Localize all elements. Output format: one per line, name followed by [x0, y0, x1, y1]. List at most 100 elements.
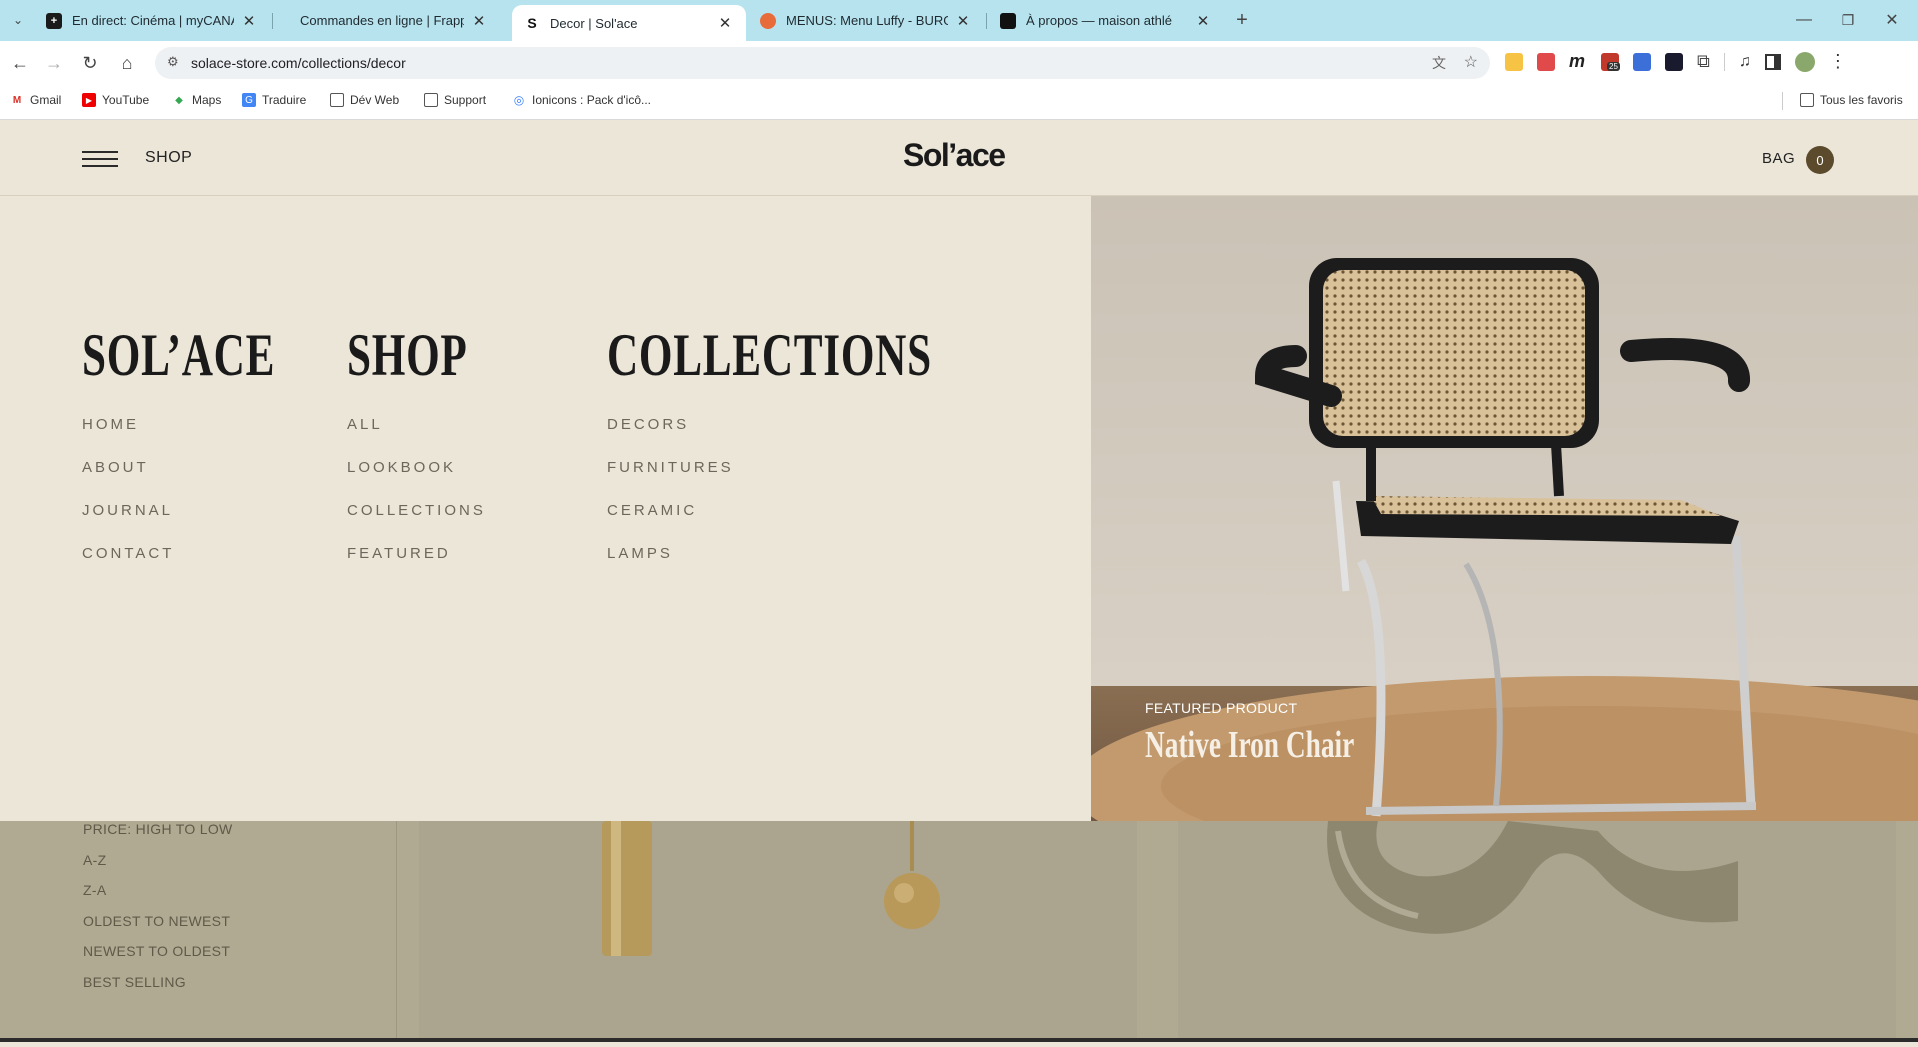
home-icon[interactable]: ⌂	[115, 51, 139, 75]
all-bookmarks[interactable]: Tous les favoris	[1800, 93, 1903, 107]
bookmark-label: Traduire	[262, 93, 307, 107]
extension-icon[interactable]: 25	[1601, 52, 1620, 71]
sort-option[interactable]: Z-A	[83, 882, 106, 898]
media-control-icon[interactable]: ♫	[1739, 53, 1751, 71]
sort-option[interactable]: OLDEST TO NEWEST	[83, 913, 230, 929]
mycanal-favicon-icon: +	[46, 12, 62, 29]
close-window-icon[interactable]: ✕	[1880, 8, 1904, 32]
side-panel-icon[interactable]	[1764, 53, 1781, 70]
site-info-icon[interactable]: ⚙	[167, 54, 179, 70]
featured-label: FEATURED PRODUCT	[1145, 700, 1298, 716]
address-bar[interactable]: ⚙ solace-store.com/collections/decor 文 ☆	[155, 47, 1490, 79]
bookmark-maps[interactable]: ◆ Maps	[172, 93, 221, 107]
menu-link-journal[interactable]: JOURNAL	[82, 502, 173, 519]
back-icon[interactable]: ←	[8, 51, 32, 75]
menu-link-featured[interactable]: FEATURED	[347, 545, 451, 562]
bookmark-label: Dév Web	[350, 93, 400, 107]
bookmark-label: Tous les favoris	[1820, 93, 1903, 107]
menu-link-contact[interactable]: CONTACT	[82, 545, 174, 562]
restore-icon[interactable]: ❐	[1836, 8, 1860, 32]
browser-tab[interactable]: MENUS: Menu Luffy - BURGER ✕	[748, 0, 984, 41]
extension-badge: 25	[1607, 61, 1620, 71]
forward-icon[interactable]: →	[42, 51, 66, 75]
youtube-icon: ▶	[82, 93, 96, 107]
browser-tab[interactable]: Commandes en ligne | Frappe E ✕	[288, 0, 500, 41]
folder-icon	[1800, 93, 1814, 107]
close-tab-icon[interactable]: ✕	[954, 12, 972, 30]
extension-icon[interactable]	[1505, 52, 1523, 71]
folder-icon	[330, 93, 344, 107]
menu-heading: SHOP	[347, 322, 468, 388]
menu-link-furnitures[interactable]: FURNITURES	[607, 459, 734, 476]
extension-icon[interactable]: m	[1569, 51, 1587, 72]
bookmarks-bar: M Gmail ▶ YouTube ◆ Maps G Traduire Dév Web …	[0, 84, 1918, 120]
tab-title: À propos — maison athlé	[1026, 13, 1172, 28]
bookmark-label: Support	[444, 93, 487, 107]
menu-link-all[interactable]: ALL	[347, 416, 383, 433]
minimize-icon[interactable]: —	[1792, 8, 1816, 32]
close-tab-icon[interactable]: ✕	[470, 12, 488, 30]
sort-option[interactable]: BEST SELLING	[83, 974, 186, 990]
url-text: solace-store.com/collections/decor	[191, 55, 406, 71]
gmail-icon: M	[12, 94, 22, 106]
sort-option[interactable]: A-Z	[83, 852, 106, 868]
bookmark-gmail[interactable]: M Gmail	[10, 93, 62, 107]
extension-icon[interactable]	[1537, 52, 1555, 71]
athle-favicon-icon	[1000, 12, 1016, 29]
menu-link-lamps[interactable]: LAMPS	[607, 545, 673, 562]
sort-option[interactable]: PRICE: HIGH TO LOW	[83, 821, 233, 837]
close-tab-icon[interactable]: ✕	[716, 14, 734, 32]
new-tab-icon[interactable]: +	[1230, 8, 1254, 32]
product-card[interactable]	[419, 821, 1137, 1042]
extensions-bar: m 25 ⧉ ♫ ⋮	[1505, 51, 1847, 72]
bookmark-label: Maps	[192, 93, 222, 107]
reload-icon[interactable]: ↻	[78, 51, 102, 75]
bag-count-badge[interactable]: 0	[1806, 146, 1834, 174]
close-tab-icon[interactable]: ✕	[240, 12, 258, 30]
menu-link-about[interactable]: ABOUT	[82, 459, 149, 476]
browser-tab[interactable]: + En direct: Cinéma | myCANAL ✕	[34, 0, 270, 41]
site-header: SHOP Sol’ace BAG 0	[0, 121, 1918, 196]
menu-heading: SOL’ACE	[82, 322, 276, 388]
puzzle-icon[interactable]: ⧉	[1697, 51, 1710, 72]
bookmark-youtube[interactable]: ▶ YouTube	[82, 93, 149, 107]
menu-link-collections[interactable]: COLLECTIONS	[347, 502, 486, 519]
sort-option[interactable]: NEWEST TO OLDEST	[83, 943, 230, 959]
menu-link-ceramic[interactable]: CERAMIC	[607, 502, 697, 519]
browser-tab-strip: ⌄ + En direct: Cinéma | myCANAL ✕ Comman…	[0, 0, 1918, 41]
site-logo[interactable]: Sol’ace	[903, 137, 1006, 174]
translate-page-icon[interactable]: 文	[1432, 53, 1446, 73]
avatar[interactable]	[1794, 51, 1815, 72]
menu-link-lookbook[interactable]: LOOKBOOK	[347, 459, 456, 476]
bookmark-label: Ionicons : Pack d'icô...	[532, 93, 652, 107]
bookmark-ionicons[interactable]: ◎ Ionicons : Pack d'icô...	[512, 93, 651, 107]
tab-title: MENUS: Menu Luffy - BURGER	[786, 13, 948, 28]
extension-icon[interactable]	[1633, 52, 1651, 71]
browser-tab-active[interactable]: S Decor | Sol'ace ✕	[512, 5, 746, 41]
shop-link[interactable]: SHOP	[145, 149, 192, 167]
folder-icon	[424, 93, 438, 107]
menu-dots-icon[interactable]: ⋮	[1829, 51, 1847, 72]
tab-search-icon[interactable]: ⌄	[6, 8, 30, 32]
bookmark-translate[interactable]: G Traduire	[242, 93, 306, 107]
bookmark-star-icon[interactable]: ☆	[1464, 52, 1478, 72]
menu-link-home[interactable]: HOME	[82, 416, 139, 433]
bookmark-label: YouTube	[102, 93, 150, 107]
lamp-product-image	[602, 821, 940, 956]
product-listing: PRICE: HIGH TO LOW A-Z Z-A OLDEST TO NEW…	[0, 821, 1918, 1042]
featured-product-card[interactable]: FEATURED PRODUCT Native Iron Chair	[1091, 196, 1918, 821]
browser-tab[interactable]: À propos — maison athlé ✕	[988, 0, 1224, 41]
extension-icon[interactable]	[1665, 52, 1683, 71]
mega-menu: SOL’ACE HOME ABOUT JOURNAL CONTACT SHOP …	[0, 196, 1091, 821]
product-card[interactable]	[1178, 821, 1896, 1042]
sculpture-product-image	[1327, 821, 1738, 934]
bag-link[interactable]: BAG	[1762, 150, 1795, 167]
hamburger-menu-icon[interactable]	[82, 151, 118, 167]
menu-link-decors[interactable]: DECORS	[607, 416, 689, 433]
maps-icon: ◆	[175, 94, 183, 106]
bookmark-folder[interactable]: Dév Web	[330, 93, 399, 107]
bookmark-folder[interactable]: Support	[424, 93, 486, 107]
featured-title[interactable]: Native Iron Chair	[1145, 723, 1354, 767]
close-tab-icon[interactable]: ✕	[1194, 12, 1212, 30]
sidebar-divider	[396, 821, 397, 1042]
